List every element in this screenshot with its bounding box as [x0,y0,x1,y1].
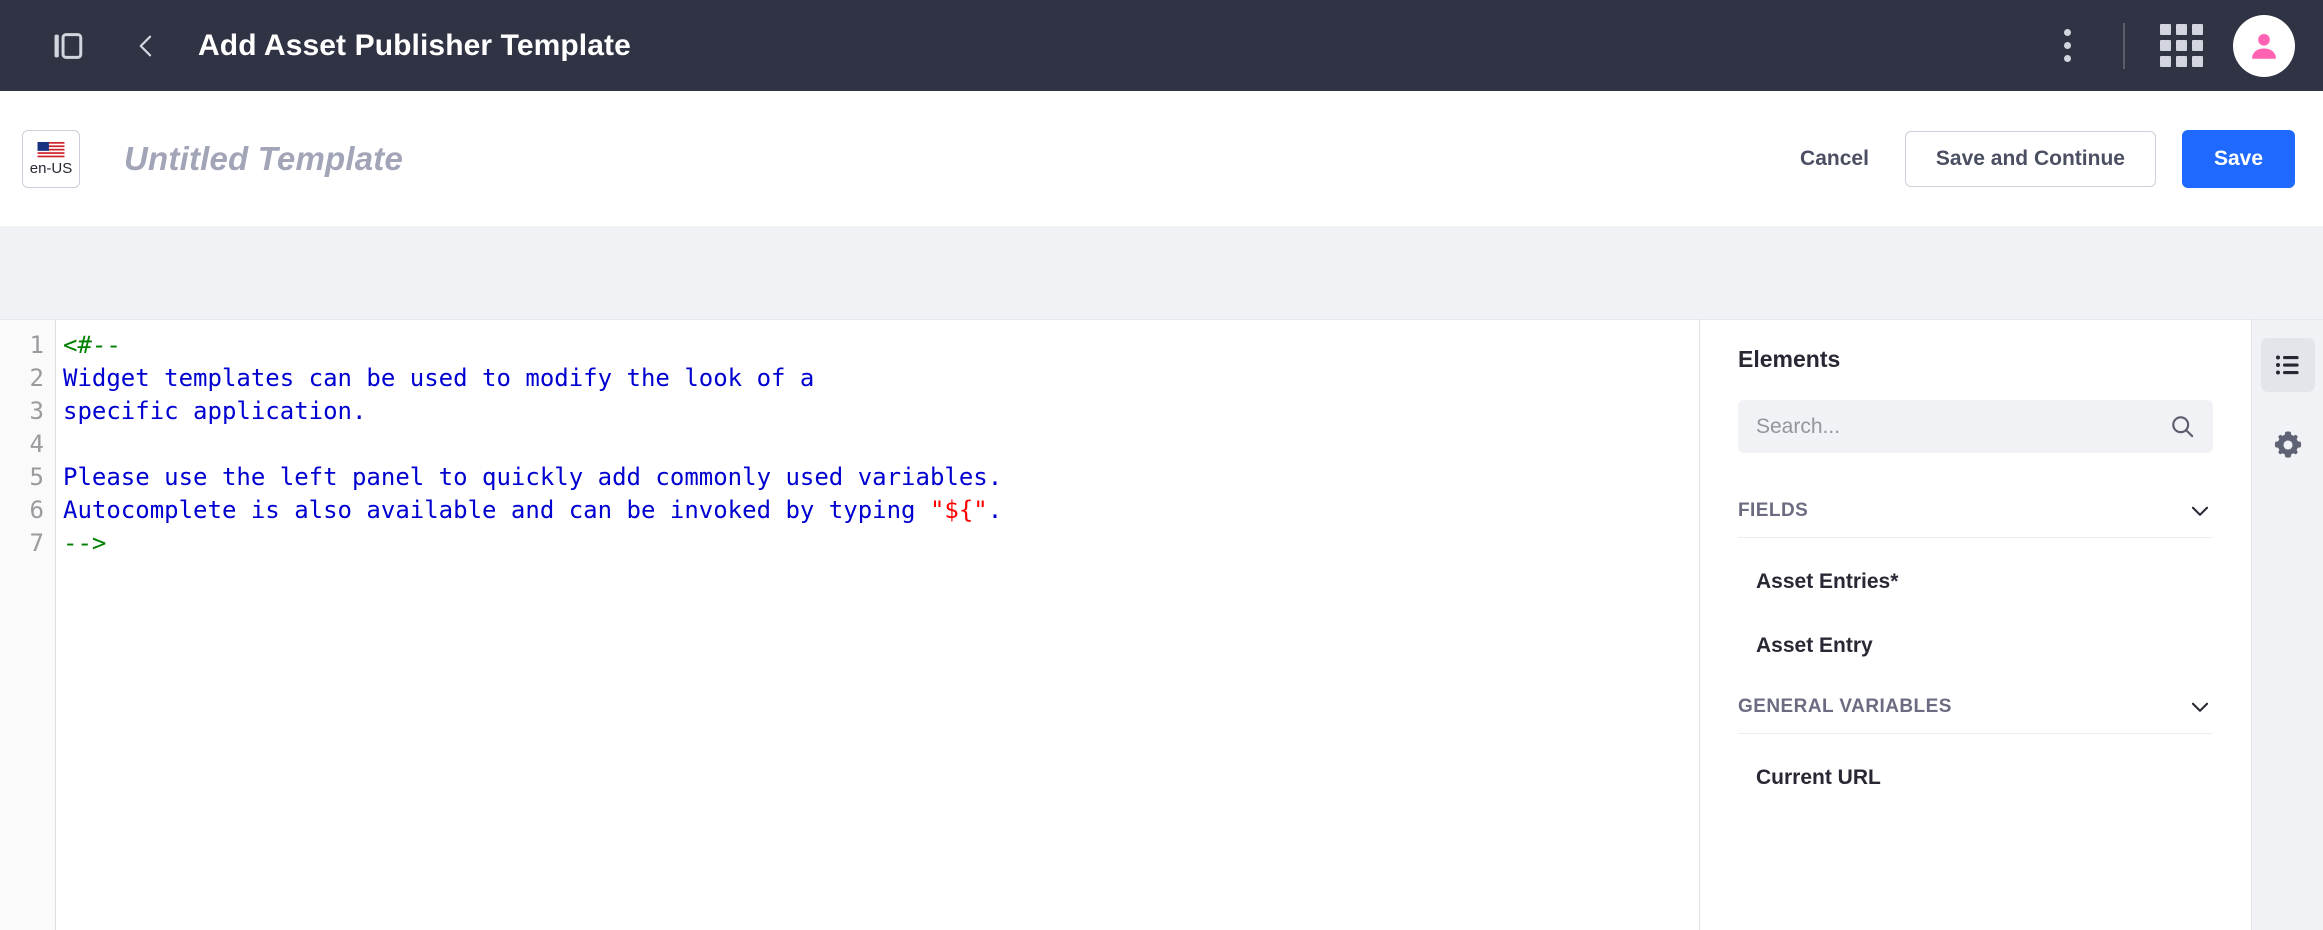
navbar-left-group: Add Asset Publisher Template [38,16,631,76]
apps-button[interactable] [2151,16,2211,76]
line-number: 3 [29,397,44,425]
elements-panel-title: Elements [1738,346,1841,372]
right-icon-rail [2251,319,2323,930]
code-token: . [987,496,1003,524]
line-number: 6 [29,496,44,524]
code-token: Autocomplete is also available and can b… [63,496,930,524]
chevron-left-icon [139,35,152,56]
search-box[interactable] [1738,400,2213,453]
search-input[interactable] [1756,414,2169,439]
code-line: --> [63,527,1699,560]
locale-selector-button[interactable]: en-US [22,129,80,188]
main-area: 1 2 3 4 5 6 7 <#-- Widget templates can b… [0,319,2323,930]
elements-panel: Elements FIELDS Asset Entries* Asset Ent… [1700,319,2251,930]
section-label: GENERAL VARIABLES [1738,696,1952,717]
top-navbar: Add Asset Publisher Template [0,0,2323,91]
editor-top-band [0,227,2323,319]
cancel-button[interactable]: Cancel [1790,133,1879,185]
line-number: 2 [29,364,44,392]
editor-code-content[interactable]: <#-- Widget templates can be used to modi… [56,320,1699,930]
user-avatar-icon [2252,33,2276,59]
chevron-down-icon[interactable] [2187,498,2213,524]
rail-button-elements[interactable] [2260,338,2315,392]
code-line: <#-- [63,329,1699,362]
template-name-input[interactable]: Untitled Template [124,140,403,178]
us-flag-icon [37,141,65,159]
list-icon [2275,355,2299,375]
page-title: Add Asset Publisher Template [198,28,631,62]
vertical-dots-icon [2063,29,2071,62]
code-token: <#-- [63,331,121,359]
save-and-continue-button[interactable]: Save and Continue [1904,130,2156,187]
code-line: specific application. [63,395,1699,428]
code-line: Autocomplete is also available and can b… [63,494,1699,527]
code-line: Please use the left panel to quickly add… [63,461,1699,494]
code-token: "${" [929,496,988,524]
code-line: Widget templates can be used to modify t… [63,362,1699,395]
editor-line-numbers: 1 2 3 4 5 6 7 [0,320,56,930]
rail-button-settings[interactable] [2261,418,2315,472]
section-label: FIELDS [1738,500,1809,521]
back-button[interactable] [116,16,176,76]
sidebar-toggle-button[interactable] [38,16,98,76]
line-number: 5 [29,463,44,491]
code-token: specific application. [63,397,367,425]
list-item[interactable]: Asset Entries* [1738,538,2213,614]
search-icon[interactable] [2169,413,2196,440]
line-number: 7 [29,529,44,557]
chevron-down-icon[interactable] [2187,694,2213,720]
locale-label: en-US [29,159,73,177]
line-number: 1 [29,331,44,359]
list-item[interactable]: Current URL [1738,734,2213,810]
gear-icon [2274,431,2301,458]
save-button[interactable]: Save [2181,129,2295,188]
panel-toggle-icon [54,32,83,59]
list-item[interactable]: Asset Entry [1738,614,2213,678]
more-options-button[interactable] [2037,16,2097,76]
apps-grid-icon [2159,24,2203,67]
code-token: Please use the left panel to quickly add… [63,463,1003,491]
section-header-fields[interactable]: FIELDS [1738,498,2213,538]
toolbar-actions: Cancel Save and Continue Save [1790,129,2295,188]
line-number: 4 [29,430,44,458]
navbar-right-group [2037,14,2295,77]
avatar[interactable] [2233,14,2295,77]
section-header-general-variables[interactable]: GENERAL VARIABLES [1738,694,2213,734]
navbar-divider [2123,22,2125,69]
code-editor[interactable]: 1 2 3 4 5 6 7 <#-- Widget templates can b… [0,319,1700,930]
code-token: Widget templates can be used to modify t… [63,364,815,392]
code-token: --> [63,529,107,557]
template-toolbar: en-US Untitled Template Cancel Save and … [0,91,2323,227]
